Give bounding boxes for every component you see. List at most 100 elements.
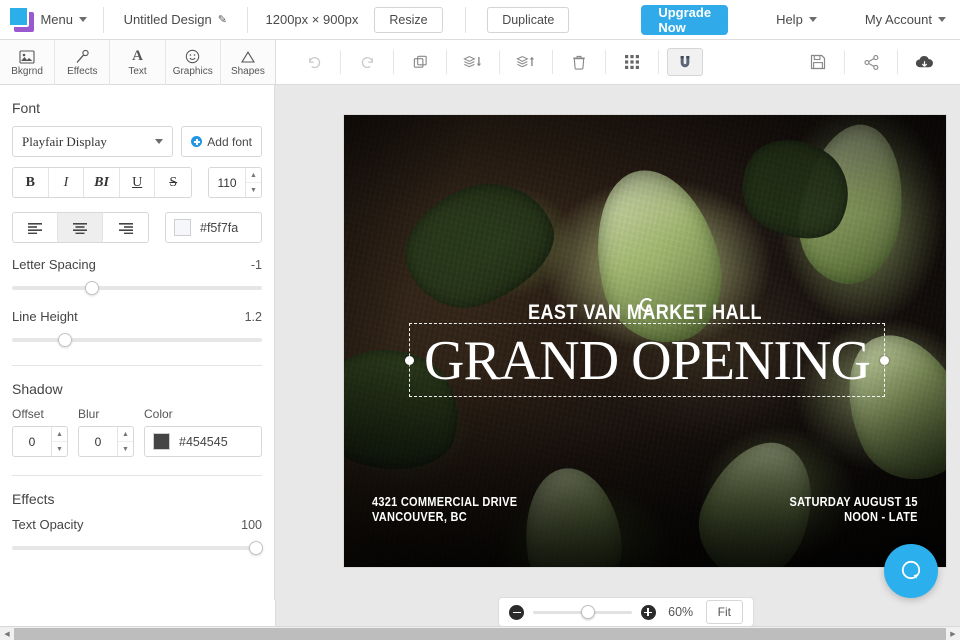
slider-knob[interactable] <box>581 605 595 619</box>
send-backward-button[interactable] <box>455 48 491 76</box>
grid-button[interactable] <box>614 48 650 76</box>
wand-icon <box>74 48 90 65</box>
undo-button[interactable] <box>296 48 332 76</box>
download-button[interactable] <box>906 48 942 76</box>
rotate-handle[interactable] <box>640 298 654 312</box>
divider <box>499 50 500 74</box>
save-button[interactable] <box>800 48 836 76</box>
plus-circle-icon <box>191 136 203 147</box>
font-style-group: B I BI U S <box>12 167 193 198</box>
align-left-button[interactable] <box>13 213 58 242</box>
text-opacity-value: 100 <box>241 518 262 532</box>
font-family-select[interactable]: Playfair Display <box>12 126 174 157</box>
tool-tab-graphics[interactable]: Graphics <box>166 40 221 85</box>
tool-tab-effects[interactable]: Effects <box>55 40 111 85</box>
canvas-area[interactable]: EAST VAN MARKET HALL GRAND OPENING 4321 … <box>276 86 960 625</box>
smiley-icon <box>185 48 200 65</box>
account-menu[interactable]: My Account <box>851 0 960 40</box>
slider-knob[interactable] <box>249 541 263 555</box>
fit-button[interactable]: Fit <box>705 600 743 624</box>
upgrade-now-button[interactable]: Upgrade Now <box>641 4 729 35</box>
duplicate-label: Duplicate <box>502 12 555 27</box>
artboard-date[interactable]: SATURDAY AUGUST 15 NOON - LATE <box>790 495 918 525</box>
plus-circle-icon[interactable] <box>640 604 656 620</box>
shadow-offset-value: 0 <box>28 434 36 449</box>
text-a-icon: A <box>132 48 143 64</box>
help-menu[interactable]: Help <box>762 0 831 40</box>
align-center-icon <box>73 222 87 234</box>
resize-label: Resize <box>389 12 428 27</box>
tool-tab-shapes[interactable]: Shapes <box>221 40 275 85</box>
bold-button[interactable]: B <box>13 168 49 197</box>
letter-spacing-slider[interactable] <box>12 281 262 295</box>
bold-italic-button[interactable]: BI <box>84 168 120 197</box>
strikethrough-label: S <box>169 174 178 190</box>
image-icon <box>19 48 35 65</box>
horizontal-scrollbar[interactable]: ◀ ▶ <box>0 626 960 640</box>
duplicate-design-button[interactable]: Duplicate <box>487 6 570 33</box>
resize-button[interactable]: Resize <box>374 6 443 33</box>
font-size-spinner[interactable]: ▲ ▼ <box>245 168 261 197</box>
decrement-icon[interactable]: ▼ <box>246 183 261 197</box>
design-title-label: Untitled Design <box>123 12 212 27</box>
pencil-icon[interactable]: ✎ <box>218 13 227 26</box>
shadow-blur-stepper[interactable]: 0 ▲ ▼ <box>78 426 134 457</box>
app-logo[interactable] <box>0 0 34 40</box>
font-size-stepper[interactable]: 110 ▲ ▼ <box>208 167 262 198</box>
shadow-color-picker[interactable]: #454545 <box>144 426 262 457</box>
divider <box>897 50 898 74</box>
shadow-offset-stepper[interactable]: 0 ▲ ▼ <box>12 426 68 457</box>
divider <box>393 50 394 74</box>
letter-spacing-value: -1 <box>250 258 262 272</box>
align-center-button[interactable] <box>58 213 103 242</box>
share-button[interactable] <box>853 48 889 76</box>
scroll-left-icon[interactable]: ◀ <box>0 627 14 640</box>
italic-label: I <box>63 174 69 190</box>
divider <box>464 6 466 33</box>
increment-icon[interactable]: ▲ <box>246 168 261 183</box>
decrement-icon[interactable]: ▼ <box>52 442 67 456</box>
slider-knob[interactable] <box>58 333 72 347</box>
font-family-value: Playfair Display <box>22 133 107 149</box>
divider <box>605 50 606 74</box>
line-height-slider[interactable] <box>12 333 262 347</box>
artboard-headline-selection[interactable]: GRAND OPENING <box>405 298 889 398</box>
line-height-row: Line Height 1.2 <box>12 309 262 324</box>
snap-magnet-button[interactable] <box>667 48 703 76</box>
underline-button[interactable]: U <box>120 168 156 197</box>
redo-button[interactable] <box>349 48 385 76</box>
delete-button[interactable] <box>561 48 597 76</box>
strikethrough-button[interactable]: S <box>155 168 191 197</box>
bold-label: B <box>25 174 35 190</box>
help-chat-button[interactable] <box>884 544 938 598</box>
underline-label: U <box>132 174 143 190</box>
tool-tab-text[interactable]: A Text <box>110 40 166 85</box>
artboard-headline[interactable]: GRAND OPENING <box>410 324 884 398</box>
text-color-picker[interactable]: #f5f7fa <box>165 212 262 243</box>
add-font-button[interactable]: Add font <box>181 126 262 157</box>
artboard-address-line2: VANCOUVER, BC <box>372 510 467 524</box>
duplicate-object-button[interactable] <box>402 48 438 76</box>
align-right-button[interactable] <box>103 213 148 242</box>
text-opacity-slider[interactable] <box>12 541 263 555</box>
italic-button[interactable]: I <box>49 168 85 197</box>
increment-icon[interactable]: ▲ <box>52 427 67 442</box>
tool-tab-bkgrnd[interactable]: Bkgrnd <box>0 40 56 85</box>
menu-button[interactable]: Menu <box>26 0 101 40</box>
minus-circle-icon[interactable] <box>509 604 524 620</box>
shadow-offset-spinner[interactable]: ▲ ▼ <box>51 427 67 456</box>
artboard-address[interactable]: 4321 COMMERCIAL DRIVE VANCOUVER, BC <box>372 495 517 525</box>
bring-forward-button[interactable] <box>508 48 544 76</box>
tool-tab-label: Shapes <box>230 66 265 77</box>
shadow-blur-spinner[interactable]: ▲ ▼ <box>117 427 133 456</box>
decrement-icon[interactable]: ▼ <box>118 442 133 456</box>
zoom-slider[interactable] <box>533 605 632 619</box>
scrollbar-thumb[interactable] <box>14 627 946 640</box>
slider-knob[interactable] <box>85 281 99 295</box>
design-title[interactable]: Untitled Design ✎ <box>106 0 245 40</box>
increment-icon[interactable]: ▲ <box>118 427 133 442</box>
shadow-offset-label: Offset <box>12 407 44 421</box>
slider-track <box>12 338 262 342</box>
scroll-right-icon[interactable]: ▶ <box>946 627 960 640</box>
artboard[interactable]: EAST VAN MARKET HALL GRAND OPENING 4321 … <box>344 115 946 567</box>
